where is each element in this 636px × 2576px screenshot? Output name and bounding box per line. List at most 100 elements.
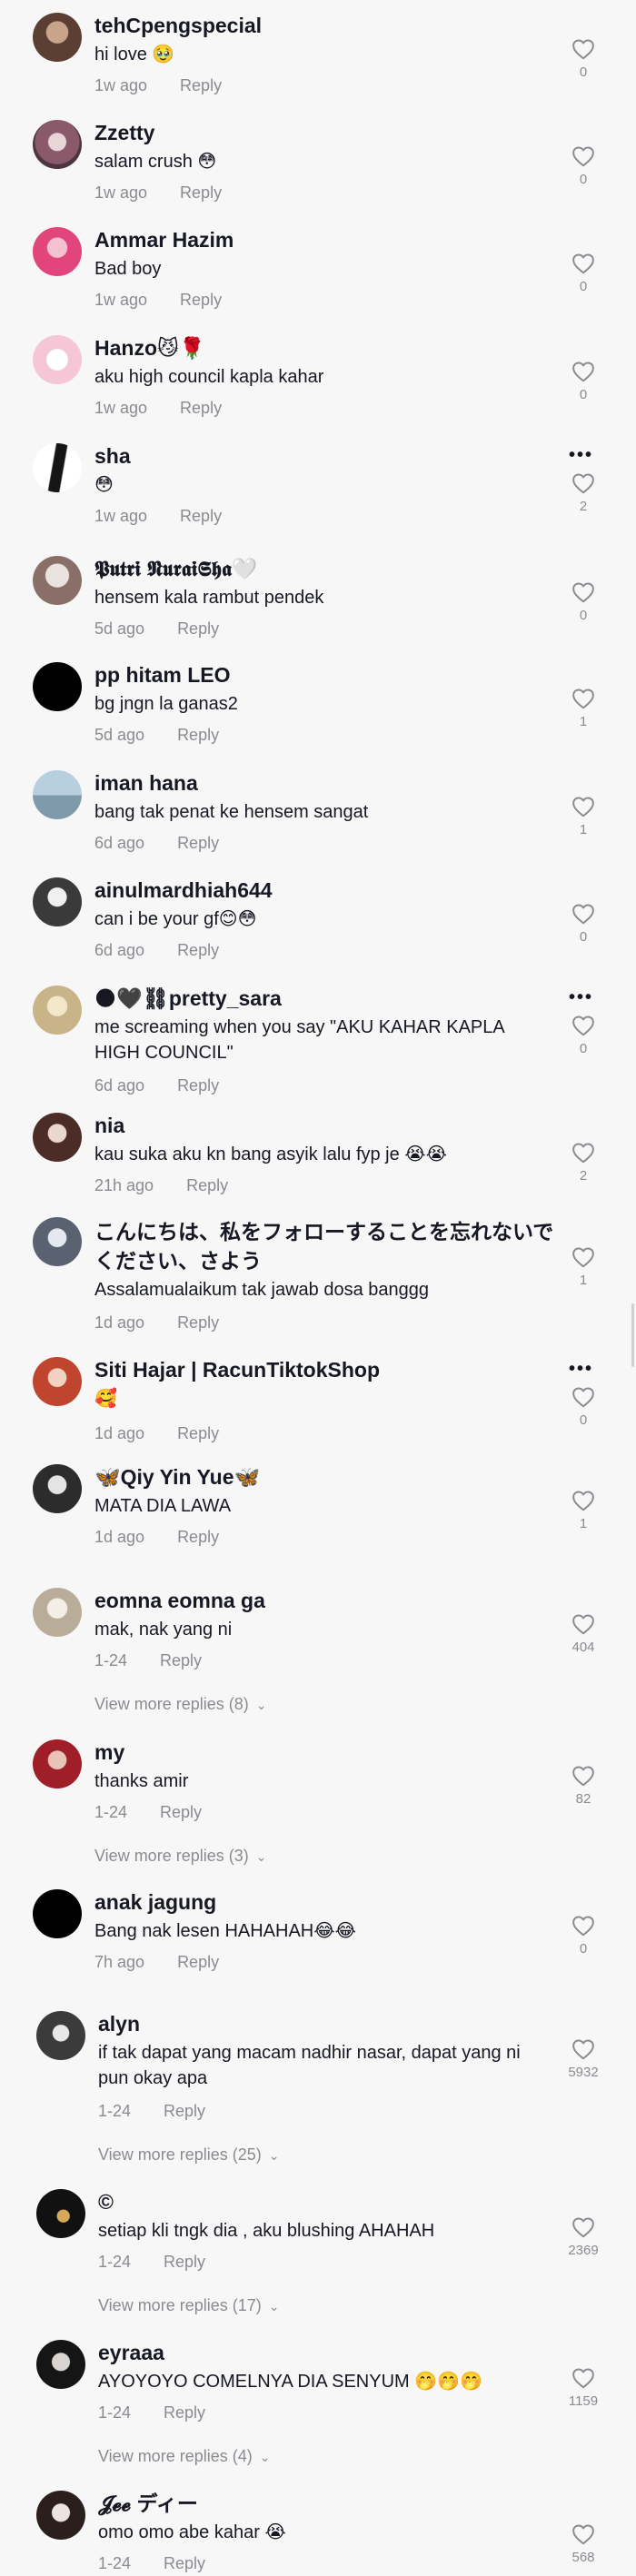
like-button[interactable]: 404 xyxy=(563,1613,603,1657)
like-button[interactable]: 1 xyxy=(563,796,603,839)
reply-button[interactable]: Reply xyxy=(160,1803,202,1821)
like-button[interactable]: 5932 xyxy=(563,2038,603,2082)
avatar[interactable] xyxy=(36,2340,85,2389)
comment-author[interactable]: Hanzo😼🌹 xyxy=(94,335,205,361)
more-options-icon[interactable]: ••• xyxy=(569,988,593,1006)
more-options-icon[interactable]: ••• xyxy=(569,446,593,464)
like-button[interactable]: 0 xyxy=(563,581,603,625)
like-count: 2369 xyxy=(568,2243,599,2258)
avatar[interactable] xyxy=(33,662,82,711)
like-button[interactable]: 0 xyxy=(563,1015,603,1058)
view-more-replies[interactable]: View more replies (4) ⌄ xyxy=(98,2445,270,2468)
comment-author[interactable]: eomna eomna ga xyxy=(94,1588,265,1613)
avatar[interactable] xyxy=(33,227,82,276)
like-button[interactable]: 568 xyxy=(563,2523,603,2567)
like-button[interactable]: 2369 xyxy=(563,2216,603,2260)
reply-button[interactable]: Reply xyxy=(164,2403,205,2422)
like-button[interactable]: 1159 xyxy=(563,2367,603,2411)
more-options-icon[interactable]: ••• xyxy=(569,1360,593,1378)
avatar[interactable] xyxy=(33,1113,82,1162)
avatar[interactable] xyxy=(33,443,82,492)
view-more-replies[interactable]: View more replies (25) ⌄ xyxy=(98,2144,279,2166)
comment-author[interactable]: こんにちは、私をフォローすることを忘れないでください、さよう xyxy=(94,1217,558,1275)
avatar[interactable] xyxy=(33,1739,82,1788)
reply-button[interactable]: Reply xyxy=(180,291,222,309)
reply-button[interactable]: Reply xyxy=(164,2253,205,2271)
comment-author[interactable]: 🌑🖤⛓pretty_sara xyxy=(94,986,282,1011)
comment-author[interactable]: alyn xyxy=(98,2011,140,2036)
scrollbar[interactable] xyxy=(631,1303,634,1367)
reply-button[interactable]: Reply xyxy=(180,399,222,417)
avatar[interactable] xyxy=(33,1889,82,1938)
reply-button[interactable]: Reply xyxy=(177,1953,219,1971)
comment-author[interactable]: sha xyxy=(94,443,131,469)
like-button[interactable]: 1 xyxy=(563,1490,603,1533)
comment-text: MATA DIA LAWA xyxy=(94,1496,232,1516)
comment-time: 21h ago xyxy=(94,1176,154,1194)
reply-button[interactable]: Reply xyxy=(177,619,219,638)
reply-button[interactable]: Reply xyxy=(180,76,222,94)
reply-button[interactable]: Reply xyxy=(180,183,222,202)
like-button[interactable]: 1 xyxy=(563,1246,603,1290)
comment-author[interactable]: ainulmardhiah644 xyxy=(94,877,273,903)
comment-author[interactable]: pp hitam LEO xyxy=(94,662,231,688)
reply-button[interactable]: Reply xyxy=(164,2102,205,2120)
like-button[interactable]: 0 xyxy=(563,903,603,946)
reply-button[interactable]: Reply xyxy=(180,507,222,525)
avatar[interactable] xyxy=(33,120,82,169)
avatar[interactable] xyxy=(33,335,82,384)
reply-button[interactable]: Reply xyxy=(177,1076,219,1095)
comment-author[interactable]: 𝕻𝖚𝖙𝖗𝖎 𝕹𝖚𝖗𝖆𝖎𝕾𝖍𝖆🤍 xyxy=(94,556,258,581)
comment-meta: 5d ago Reply xyxy=(94,724,219,746)
reply-button[interactable]: Reply xyxy=(164,2554,205,2572)
view-more-replies[interactable]: View more replies (3) ⌄ xyxy=(94,1845,266,1868)
like-button[interactable]: 82 xyxy=(563,1765,603,1808)
avatar[interactable] xyxy=(36,2491,85,2540)
reply-button[interactable]: Reply xyxy=(177,941,219,959)
avatar[interactable] xyxy=(33,770,82,819)
comment-author[interactable]: Ammar Hazim xyxy=(94,227,234,253)
avatar[interactable] xyxy=(33,1464,82,1513)
avatar[interactable] xyxy=(33,556,82,605)
comment-author[interactable]: eyraaa xyxy=(98,2340,164,2365)
comment-author[interactable]: 𝓙𝓮𝓮 ディー xyxy=(98,2491,198,2516)
reply-button[interactable]: Reply xyxy=(177,726,219,744)
comment-author[interactable]: nia xyxy=(94,1113,124,1138)
reply-button[interactable]: Reply xyxy=(177,834,219,852)
comment-author[interactable]: iman hana xyxy=(94,770,198,796)
heart-icon xyxy=(572,1143,594,1164)
like-button[interactable]: 1 xyxy=(563,688,603,731)
like-button[interactable]: 0 xyxy=(563,253,603,296)
comment-text: thanks amir xyxy=(94,1771,189,1791)
like-button[interactable]: 0 xyxy=(563,1386,603,1430)
reply-button[interactable]: Reply xyxy=(177,1528,219,1546)
like-button[interactable]: 2 xyxy=(563,472,603,516)
comment-author[interactable]: my xyxy=(94,1739,124,1765)
avatar[interactable] xyxy=(36,2011,85,2060)
avatar[interactable] xyxy=(33,877,82,926)
comment-author[interactable]: Siti Hajar | RacunTiktokShop xyxy=(94,1357,380,1382)
reply-button[interactable]: Reply xyxy=(186,1176,228,1194)
view-more-replies[interactable]: View more replies (17) ⌄ xyxy=(98,2294,279,2317)
like-button[interactable]: 0 xyxy=(563,1915,603,1958)
avatar[interactable] xyxy=(36,2189,85,2238)
avatar[interactable] xyxy=(33,1357,82,1406)
comment-author[interactable]: 🦋Qiy Yin Yue🦋 xyxy=(94,1464,260,1490)
reply-button[interactable]: Reply xyxy=(160,1651,202,1669)
avatar[interactable] xyxy=(33,13,82,62)
comment-text: me screaming when you say "AKU KAHAR KAP… xyxy=(94,1017,504,1063)
reply-button[interactable]: Reply xyxy=(177,1424,219,1442)
avatar[interactable] xyxy=(33,1588,82,1637)
comment-author[interactable]: tehCpengspecial xyxy=(94,13,262,38)
like-button[interactable]: 0 xyxy=(563,361,603,404)
comment-author[interactable]: anak jagung xyxy=(94,1889,216,1915)
like-button[interactable]: 0 xyxy=(563,38,603,82)
comment-author[interactable]: © xyxy=(98,2189,114,2214)
avatar[interactable] xyxy=(33,986,82,1035)
reply-button[interactable]: Reply xyxy=(177,1313,219,1332)
like-button[interactable]: 2 xyxy=(563,1142,603,1185)
view-more-replies[interactable]: View more replies (8) ⌄ xyxy=(94,1693,266,1716)
comment-author[interactable]: Zzetty xyxy=(94,120,154,145)
avatar[interactable] xyxy=(33,1217,82,1266)
like-button[interactable]: 0 xyxy=(563,145,603,189)
